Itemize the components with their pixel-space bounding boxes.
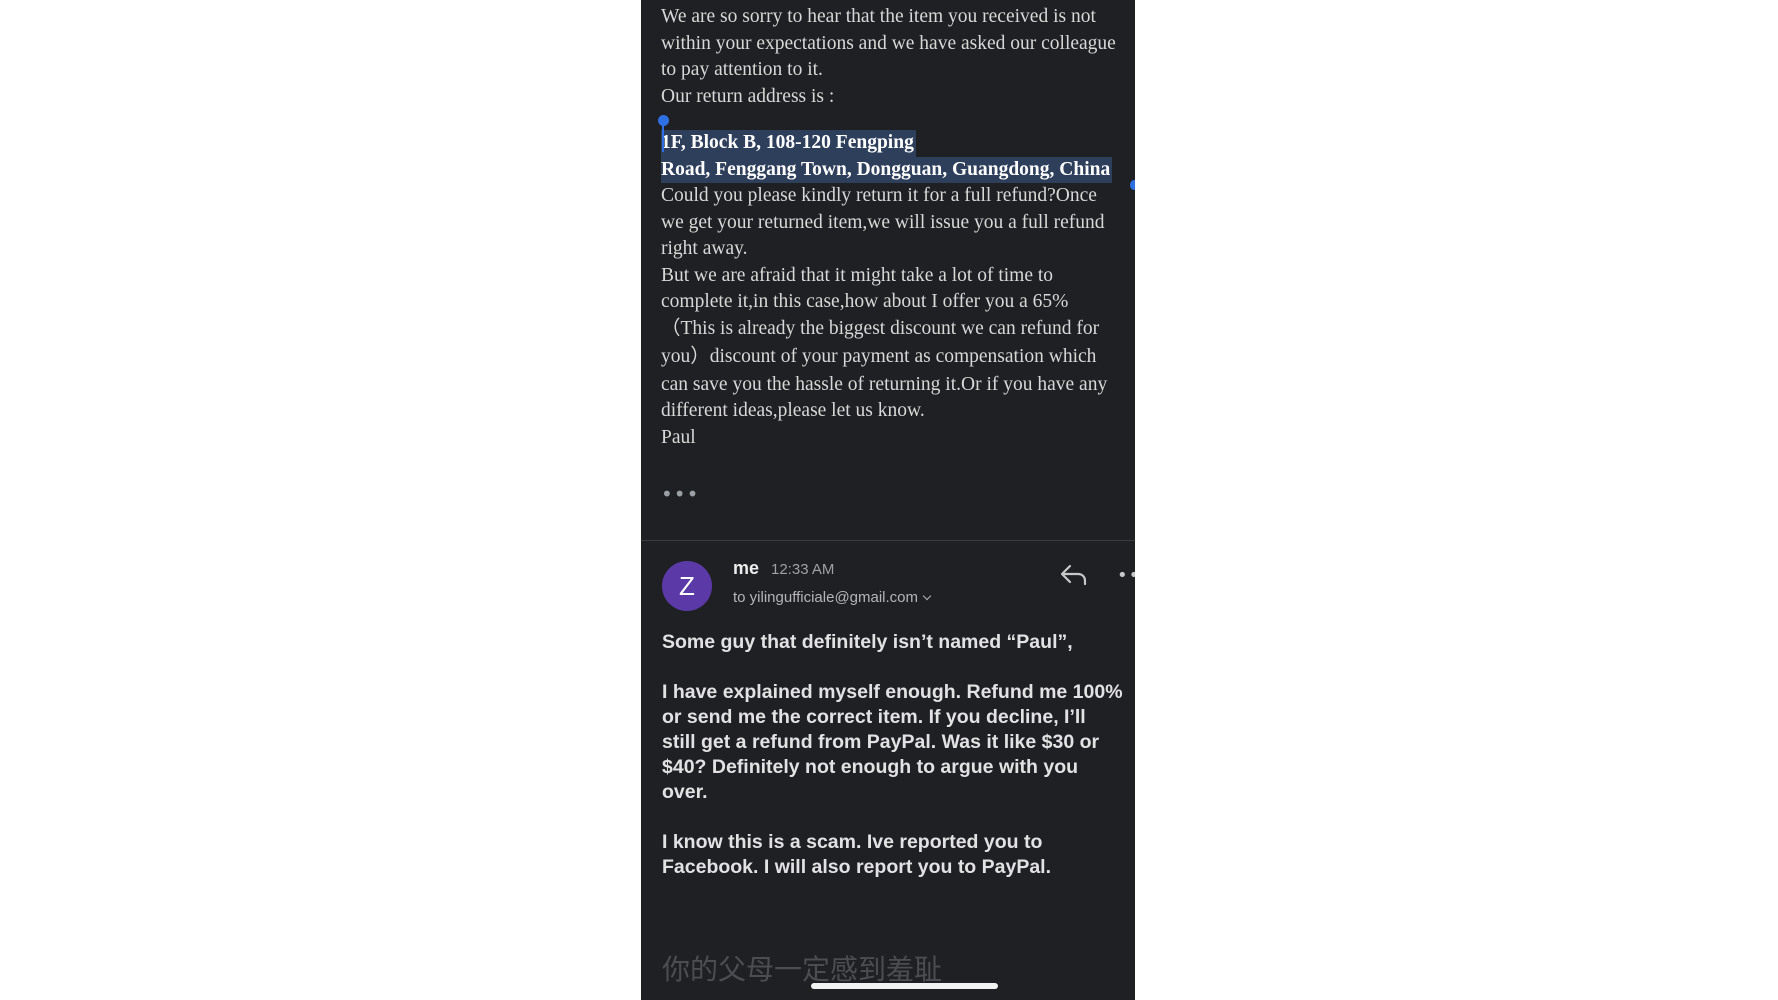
reply-button[interactable] — [1059, 562, 1089, 588]
selection-caret — [662, 124, 664, 152]
quoted-line: to pay attention to it. — [661, 59, 823, 80]
quoted-line: right away. — [661, 238, 748, 259]
reply-body: Some guy that definitely isn’t named “Pa… — [662, 630, 1135, 880]
body-line: Some guy that definitely isn’t named “Pa… — [662, 631, 1073, 653]
show-trimmed-content-button[interactable]: ••• — [661, 482, 698, 506]
quoted-line: can save you the hassle of returning it.… — [661, 373, 1108, 395]
email-thread-screen: We are so sorry to hear that the item yo… — [641, 0, 1135, 1000]
quoted-line: Could you please kindly return it for a … — [661, 185, 1097, 206]
quoted-line: within your expectations and we have ask… — [661, 32, 1116, 54]
message-divider — [641, 540, 1135, 541]
selected-address-line[interactable]: 1F, Block B, 108-120 Fengping — [661, 130, 916, 157]
selection-end-handle[interactable] — [1130, 180, 1135, 190]
quoted-signature: Paul — [661, 426, 696, 448]
home-indicator[interactable] — [811, 983, 998, 989]
selected-address-line[interactable]: Road, Fenggang Town, Dongguan, Guangdong… — [661, 156, 1113, 183]
quoted-line: complete it,in this case,how about I off… — [661, 291, 1069, 312]
body-line: still get a refund from PayPal. Was it l… — [662, 731, 1100, 753]
quoted-line: We are so sorry to hear that the item yo… — [661, 6, 1096, 27]
body-line: or send me the correct item. If you decl… — [662, 706, 1086, 728]
quoted-line: （This is already the biggest discount we… — [661, 317, 1100, 339]
reply-icon — [1060, 564, 1087, 586]
quoted-line: you）discount of your payment as compensa… — [661, 345, 1097, 367]
quoted-line: different ideas,please let us know. — [661, 400, 925, 421]
quoted-line: we get your returned item,we will issue … — [661, 211, 1105, 233]
body-line: $40? Definitely not enough to argue with… — [662, 756, 1079, 778]
quoted-message: We are so sorry to hear that the item yo… — [661, 4, 1135, 451]
body-line: Facebook. I will also report you to PayP… — [662, 856, 1052, 878]
more-options-button[interactable]: ••• — [1117, 566, 1135, 586]
compose-text-input[interactable]: 你的父母一定感到羞耻 — [662, 948, 942, 988]
recipient-details-toggle[interactable]: to yilingufficiale@gmail.com — [733, 589, 932, 606]
recipient-label: to yilingufficiale@gmail.com — [733, 589, 919, 606]
sender-name: me — [733, 558, 760, 578]
quoted-line: Our return address is : — [661, 85, 835, 107]
body-line: I know this is a scam. Ive reported you … — [662, 831, 1043, 853]
chevron-down-icon — [922, 591, 932, 601]
message-time: 12:33 AM — [771, 561, 835, 578]
body-line: over. — [662, 781, 708, 803]
body-line: I have explained myself enough. Refund m… — [662, 681, 1123, 703]
avatar[interactable]: Z — [662, 561, 712, 611]
quoted-line: But we are afraid that it might take a l… — [661, 264, 1054, 286]
